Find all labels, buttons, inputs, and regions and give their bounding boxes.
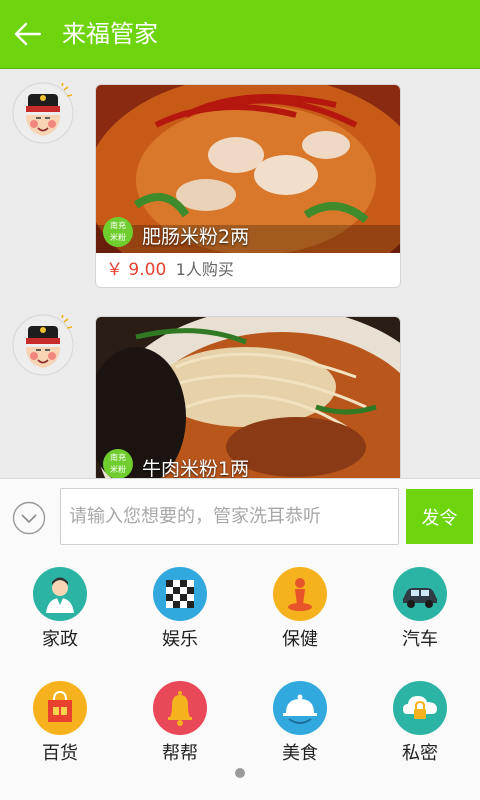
category-label: 汽车	[402, 629, 438, 650]
cloud-lock-icon	[393, 681, 447, 735]
price: ￥ 9.00	[106, 260, 167, 280]
send-button[interactable]: 发令	[406, 489, 473, 544]
category-help[interactable]: 帮帮	[130, 681, 230, 765]
shopping-bag-icon	[33, 681, 87, 735]
page-title: 来福管家	[62, 20, 158, 48]
housekeeper-icon	[33, 567, 87, 621]
back-arrow-icon[interactable]	[8, 14, 48, 54]
dish-photo: 南充 米粉 肥肠米粉2两	[96, 85, 400, 253]
category-private[interactable]: 私密	[370, 681, 470, 765]
butler-avatar[interactable]	[12, 314, 74, 376]
category-department-store[interactable]: 百货	[10, 681, 110, 765]
food-cloche-icon	[273, 681, 327, 735]
category-label: 私密	[402, 743, 438, 764]
massage-icon	[273, 567, 327, 621]
page-indicator	[235, 768, 245, 778]
butler-avatar[interactable]	[12, 82, 74, 144]
dish-name: 牛肉米粉1两	[142, 458, 250, 478]
car-icon	[393, 567, 447, 621]
product-card[interactable]: 南充 米粉 牛肉米粉1两	[95, 316, 401, 478]
sold-count: 1人购买	[175, 260, 234, 279]
category-label: 帮帮	[162, 743, 198, 764]
category-grid: 家政 娱乐 保健 汽车 百货 帮帮 美食 私密	[0, 555, 480, 800]
category-label: 百货	[42, 743, 78, 764]
category-label: 保健	[282, 629, 318, 650]
bell-icon	[153, 681, 207, 735]
category-entertainment[interactable]: 娱乐	[130, 567, 230, 651]
category-label: 美食	[282, 743, 318, 764]
category-label: 家政	[42, 629, 78, 650]
app-header: 来福管家	[0, 0, 480, 68]
price-row: ￥ 9.00 1人购买	[96, 253, 400, 287]
shop-badge: 南充 米粉	[103, 449, 133, 478]
product-card[interactable]: 南充 米粉 肥肠米粉2两 ￥ 9.00 1人购买	[95, 84, 401, 288]
message-input[interactable]	[60, 488, 399, 545]
dish-name: 肥肠米粉2两	[142, 226, 250, 248]
category-housekeeping[interactable]: 家政	[10, 567, 110, 651]
category-car[interactable]: 汽车	[370, 567, 470, 651]
category-label: 娱乐	[162, 629, 198, 650]
dish-photo: 南充 米粉 牛肉米粉1两	[96, 317, 400, 478]
category-health[interactable]: 保健	[250, 567, 350, 651]
input-bar: 发令	[0, 478, 480, 556]
chevron-down-icon[interactable]	[12, 501, 46, 535]
shop-badge: 南充 米粉	[103, 217, 133, 247]
chat-area[interactable]: 南充 米粉 肥肠米粉2两 ￥ 9.00 1人购买 南充 米粉 牛肉米粉1两	[0, 68, 480, 478]
category-food[interactable]: 美食	[250, 681, 350, 765]
checkerboard-icon	[153, 567, 207, 621]
